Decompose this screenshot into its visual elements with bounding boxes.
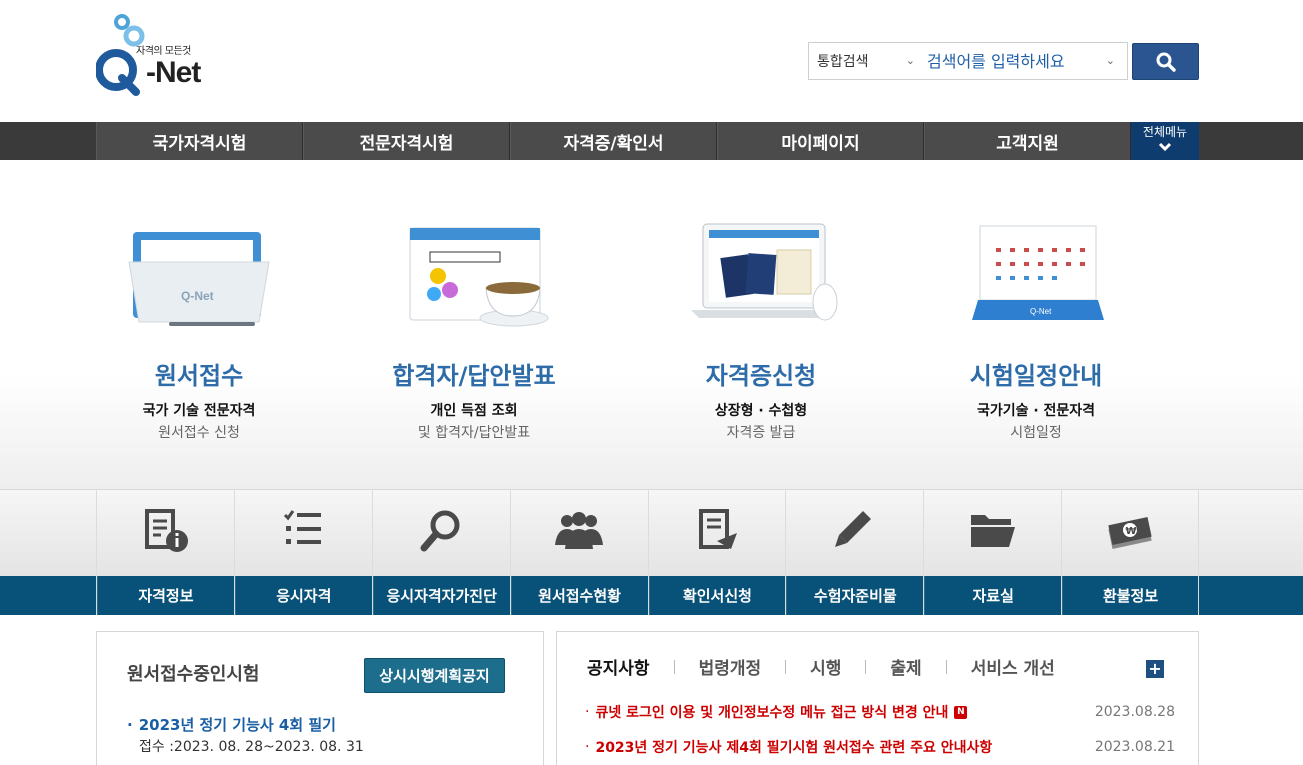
tab-law-revision[interactable]: 법령개정 (699, 654, 762, 679)
card-title: 원서접수 (154, 362, 244, 390)
browser-icon (409, 227, 549, 327)
quick-label: 자격정보 (97, 576, 234, 615)
search-button[interactable] (1132, 43, 1199, 80)
document-send-icon (698, 509, 737, 549)
checklist-icon (284, 510, 322, 544)
quick-label: 환불정보 (1062, 576, 1198, 615)
tab-divider (945, 659, 947, 674)
logo-name: -Net (146, 56, 201, 89)
card-title: 합격자/답안발표 (392, 362, 556, 390)
card-subtitle: 상장형 · 수첩형 (714, 403, 808, 419)
tab-notice[interactable]: 공지사항 (587, 654, 650, 679)
laptop-icon (691, 223, 838, 321)
tab-divider (785, 659, 787, 674)
quick-label: 응시자격자가진단 (372, 576, 510, 615)
svg-text:Q-Net: Q-Net (1030, 307, 1052, 316)
quick-application-status[interactable]: 원서접수현황 (509, 489, 648, 615)
hero-section: Q-Net 원서접수 국가 기술 전문자격 원서접수 신청 합격자/답안발표 개… (0, 160, 1303, 489)
card-description: 및 합격자/답안발표 (417, 425, 531, 441)
notice-item[interactable]: · 큐넷 로그인 이용 및 개인정보수정 메뉴 접근 방식 변경 안내 N 20… (585, 701, 1175, 723)
notice-date: 2023.08.28 (1094, 704, 1175, 720)
quick-self-diagnosis[interactable]: 응시자격자가진단 (371, 489, 510, 615)
qnet-logo[interactable]: 자격의 모든것 -Net (96, 12, 226, 96)
nav-customer-support[interactable]: 고객지원 (924, 122, 1131, 160)
quick-resources[interactable]: 자료실 (923, 489, 1061, 615)
exam-application-box: 원서접수중인시험 상시시행계획공지 · 2023년 정기 기능사 4회 필기 접수… (96, 631, 544, 765)
quick-label: 자료실 (924, 576, 1061, 615)
search-icon (1156, 52, 1176, 72)
svg-text:₩: ₩ (1126, 526, 1137, 537)
card-subtitle: 국가기술 · 전문자격 (976, 403, 1096, 419)
exam-item-title: 2023년 정기 기능사 4회 필기 (138, 716, 336, 734)
search-bar: 통합검색 ⌄ ⌄ (808, 42, 1128, 80)
logo-tagline: 자격의 모든것 (136, 46, 191, 57)
all-menu-button[interactable]: 전체메뉴 (1131, 122, 1199, 160)
quick-supplies[interactable]: 수험자준비물 (785, 489, 923, 615)
bullet: · (585, 704, 590, 720)
quick-label: 수험자준비물 (786, 576, 923, 615)
notice-tabs: 공지사항 법령개정 시행 출제 서비스 개선 (587, 654, 1055, 679)
box-title: 원서접수중인시험 (127, 664, 260, 685)
folder-open-icon (970, 515, 1015, 547)
pencil-icon (834, 511, 871, 547)
folder-icon: Q-Net (128, 232, 270, 326)
tab-divider (673, 659, 675, 674)
nav-professional-exam[interactable]: 전문자격시험 (303, 122, 510, 160)
card-title: 자격증신청 (705, 362, 817, 390)
quick-confirmation-request[interactable]: 확인서신청 (647, 489, 786, 615)
money-icon: ₩ (1108, 517, 1152, 549)
svg-text:Q-Net: Q-Net (181, 289, 214, 303)
notice-box: 공지사항 법령개정 시행 출제 서비스 개선 + · 큐넷 로그인 이용 및 개… (556, 631, 1199, 765)
notice-item[interactable]: · 2023년 정기 기능사 제4회 필기시험 원서접수 관련 주요 안내사항 … (585, 736, 1175, 758)
tab-divider (865, 659, 867, 674)
card-description: 시험일정 (1010, 425, 1062, 441)
document-info-icon (145, 509, 189, 552)
exam-item-link[interactable]: · 2023년 정기 기능사 4회 필기 (127, 714, 336, 735)
search-input[interactable] (923, 43, 1127, 79)
card-description: 자격증 발급 (726, 425, 796, 441)
quick-label: 응시자격 (234, 576, 372, 615)
new-badge: N (954, 705, 968, 719)
main-navigation: 국가자격시험 전문자격시험 자격증/확인서 마이페이지 고객지원 전체메뉴 (0, 122, 1303, 160)
bullet: · (585, 739, 590, 755)
more-button[interactable]: + (1146, 660, 1164, 678)
quick-eligibility[interactable]: 응시자격 (233, 489, 372, 615)
nav-national-exam[interactable]: 국가자격시험 (96, 122, 303, 160)
magnifier-icon (420, 510, 460, 552)
notice-title: 큐넷 로그인 이용 및 개인정보수정 메뉴 접근 방식 변경 안내 (595, 705, 949, 721)
card-subtitle: 개인 득점 조회 (430, 403, 518, 419)
card-description: 원서접수 신청 (158, 425, 240, 441)
quick-menu: 자격정보 응시자격 응시자격자가진단 원서접수현황 확인서신청 수험자준비물 자… (0, 489, 1303, 615)
all-menu-label: 전체메뉴 (1142, 125, 1188, 139)
search-type-select[interactable]: 통합검색 ⌄ (809, 43, 923, 79)
quick-label: 확인서신청 (648, 576, 786, 615)
card-title: 시험일정안내 (969, 362, 1103, 390)
quick-label: 원서접수현황 (510, 576, 648, 615)
card-subtitle: 국가 기술 전문자격 (142, 403, 256, 419)
nav-mypage[interactable]: 마이페이지 (717, 122, 924, 160)
quick-refund[interactable]: ₩ 환불정보 (1061, 489, 1199, 615)
users-icon (555, 512, 604, 549)
chevron-down-icon: ⌄ (905, 54, 915, 67)
chevron-down-icon (1158, 143, 1172, 152)
exam-item-period: 접수 :2023. 08. 28~2023. 08. 31 (139, 739, 364, 755)
notice-title: 2023년 정기 기능사 제4회 필기시험 원서접수 관련 주요 안내사항 (595, 740, 993, 756)
tab-service-improvement[interactable]: 서비스 개선 (971, 654, 1055, 679)
quick-qualification-info[interactable]: 자격정보 (96, 489, 234, 615)
tab-question-setting[interactable]: 출제 (890, 654, 921, 679)
nav-certificate[interactable]: 자격증/확인서 (510, 122, 717, 160)
notice-date: 2023.08.21 (1094, 739, 1175, 755)
regular-exam-plan-button[interactable]: 상시시행계획공지 (364, 658, 505, 693)
tab-enforcement[interactable]: 시행 (810, 654, 841, 679)
calendar-icon: Q-Net (972, 225, 1104, 320)
chevron-down-icon[interactable]: ⌄ (1106, 54, 1115, 67)
search-type-label: 통합검색 (817, 54, 869, 70)
